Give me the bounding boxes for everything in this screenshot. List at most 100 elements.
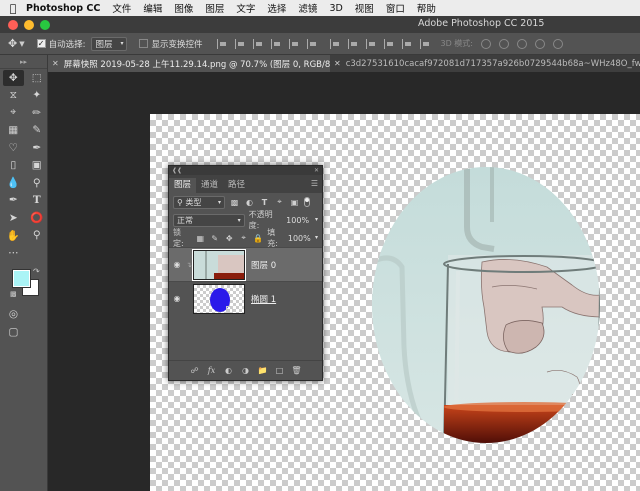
panel-menu-icon[interactable]: ☰ bbox=[311, 179, 318, 188]
3d-pan-icon[interactable] bbox=[517, 38, 527, 49]
show-transform-checkbox[interactable] bbox=[139, 39, 149, 48]
3d-slide-icon[interactable] bbox=[535, 38, 545, 49]
swap-colors-icon[interactable]: ↷ bbox=[33, 267, 40, 276]
layer-thumbnail[interactable] bbox=[192, 248, 246, 281]
collapse-panel-icon[interactable]: ❰❰ bbox=[172, 167, 182, 174]
menu-help[interactable]: 帮助 bbox=[417, 1, 436, 15]
layer-style-icon[interactable]: fx bbox=[203, 366, 220, 375]
distribute-left-icon[interactable] bbox=[383, 38, 395, 49]
zoom-tool-icon[interactable]: ⚲ bbox=[27, 227, 48, 243]
close-panel-icon[interactable]: ✕ bbox=[314, 167, 319, 174]
layer-filter-dropdown[interactable]: ⚲ 类型 ▾ bbox=[173, 195, 225, 209]
opacity-field[interactable]: 100% ▾ bbox=[286, 216, 318, 225]
lock-transparent-icon[interactable]: ▦ bbox=[196, 233, 205, 243]
dodge-tool-icon[interactable]: ⚲ bbox=[27, 175, 48, 191]
menu-image[interactable]: 图像 bbox=[174, 1, 193, 15]
align-right-icon[interactable] bbox=[306, 38, 318, 49]
layer-name[interactable]: 椭圆 1 bbox=[251, 293, 276, 305]
tab-channels[interactable]: 通道 bbox=[196, 178, 223, 193]
delete-layer-icon[interactable]: 🗑 bbox=[288, 366, 305, 375]
filter-shape-icon[interactable]: ⌖ bbox=[274, 197, 285, 208]
marquee-tool-icon[interactable]: ⬚ bbox=[27, 70, 48, 86]
path-select-tool-icon[interactable]: ➤ bbox=[3, 210, 24, 226]
menu-select[interactable]: 选择 bbox=[267, 1, 286, 15]
visibility-eye-icon[interactable]: ◉ bbox=[169, 294, 185, 303]
menu-window[interactable]: 窗口 bbox=[386, 1, 405, 15]
new-layer-icon[interactable]: □ bbox=[271, 366, 288, 375]
filter-smart-object-icon[interactable]: ▣ bbox=[289, 197, 300, 208]
close-tab-icon[interactable]: ✕ bbox=[52, 59, 59, 68]
adjustment-layer-icon[interactable]: ◑ bbox=[237, 366, 254, 375]
ellipse-tool-icon[interactable]: ⭕ bbox=[27, 210, 48, 226]
link-layers-icon[interactable]: ☍ bbox=[186, 366, 203, 375]
align-top-icon[interactable] bbox=[216, 38, 228, 49]
menu-type[interactable]: 文字 bbox=[236, 1, 255, 15]
new-group-icon[interactable]: 📁 bbox=[254, 366, 271, 375]
clone-stamp-tool-icon[interactable]: ♡ bbox=[3, 140, 24, 156]
visibility-eye-icon[interactable]: ◉ bbox=[169, 260, 185, 269]
quick-select-tool-icon[interactable]: ✦ bbox=[27, 87, 48, 103]
lock-position-icon[interactable]: ✥ bbox=[224, 233, 233, 243]
layer-row[interactable]: ◉ ↴ 图层 0 bbox=[169, 247, 322, 281]
distribute-vcenter-icon[interactable] bbox=[347, 38, 359, 49]
close-window-button[interactable] bbox=[8, 19, 18, 30]
fill-field[interactable]: 100% ▾ bbox=[288, 234, 318, 243]
3d-orbit-icon[interactable] bbox=[481, 38, 491, 49]
filter-toggle[interactable] bbox=[304, 197, 310, 207]
distribute-bottom-icon[interactable] bbox=[365, 38, 377, 49]
lock-pixels-icon[interactable]: ✎ bbox=[210, 233, 219, 243]
menu-3d[interactable]: 3D bbox=[329, 3, 342, 14]
distribute-right-icon[interactable] bbox=[419, 38, 431, 49]
blend-mode-dropdown[interactable]: 正常 ▾ bbox=[173, 213, 245, 227]
tool-preset-caret-icon[interactable]: ▼ bbox=[19, 40, 24, 48]
default-colors-icon[interactable]: ▩ bbox=[10, 290, 17, 298]
layer-row[interactable]: ◉ 椭圆 1 bbox=[169, 281, 322, 315]
align-hcenter-icon[interactable] bbox=[288, 38, 300, 49]
align-bottom-icon[interactable] bbox=[252, 38, 264, 49]
filter-type-icon[interactable]: T bbox=[259, 197, 270, 208]
filter-adjustment-icon[interactable]: ◐ bbox=[244, 197, 255, 208]
menu-view[interactable]: 视图 bbox=[355, 1, 374, 15]
menu-edit[interactable]: 编辑 bbox=[143, 1, 162, 15]
lock-all-icon[interactable]: 🔒 bbox=[253, 233, 263, 243]
align-vcenter-icon[interactable] bbox=[234, 38, 246, 49]
distribute-top-icon[interactable] bbox=[329, 38, 341, 49]
filter-pixel-icon[interactable]: ▩ bbox=[229, 197, 240, 208]
crop-tool-icon[interactable]: ⌖ bbox=[3, 105, 24, 121]
screen-mode-icon[interactable]: ▢ bbox=[3, 324, 24, 340]
menu-layer[interactable]: 图层 bbox=[205, 1, 224, 15]
menu-filter[interactable]: 滤镜 bbox=[298, 1, 317, 15]
clipped-photo-ellipse[interactable] bbox=[372, 167, 602, 445]
foreground-color-swatch[interactable] bbox=[12, 268, 31, 288]
lock-artboard-icon[interactable]: ⌖ bbox=[239, 233, 248, 243]
close-tab-icon[interactable]: ✕ bbox=[334, 59, 341, 68]
layers-panel-header[interactable]: ❰❰ ✕ bbox=[169, 166, 322, 175]
hand-tool-icon[interactable]: ✋ bbox=[3, 227, 24, 243]
document-tab-active[interactable]: ✕ 屏幕快照 2019-05-28 上午11.29.14.png @ 70.7%… bbox=[48, 55, 330, 72]
move-tool-icon[interactable]: ✥ bbox=[3, 69, 24, 86]
type-tool-icon[interactable]: T bbox=[27, 192, 48, 208]
tab-layers[interactable]: 图层 bbox=[169, 178, 197, 193]
eyedropper-tool-icon[interactable]: ✏ bbox=[27, 105, 48, 121]
app-menu[interactable]: Photoshop CC bbox=[26, 3, 100, 14]
brush-tool-icon[interactable]: ✎ bbox=[27, 122, 48, 138]
history-brush-tool-icon[interactable]: ✒ bbox=[27, 140, 48, 156]
move-tool-icon[interactable]: ✥ bbox=[8, 37, 17, 50]
pen-tool-icon[interactable]: ✒ bbox=[3, 192, 24, 208]
zoom-window-button[interactable] bbox=[40, 19, 50, 30]
quick-mask-icon[interactable]: ◎ bbox=[3, 306, 24, 322]
layer-thumbnail[interactable] bbox=[193, 283, 245, 314]
eraser-tool-icon[interactable]: ▯ bbox=[3, 157, 24, 173]
auto-select-checkbox[interactable]: ✓ bbox=[36, 39, 46, 48]
healing-brush-tool-icon[interactable]: ▦ bbox=[3, 122, 24, 138]
layer-name[interactable]: 图层 0 bbox=[251, 259, 276, 271]
more-tools-icon[interactable]: ⋯ bbox=[3, 245, 24, 261]
menu-file[interactable]: 文件 bbox=[112, 1, 131, 15]
apple-icon[interactable]:  bbox=[0, 2, 26, 15]
add-mask-icon[interactable]: ◐ bbox=[220, 366, 237, 375]
tools-panel-grip[interactable]: ▸▸ bbox=[0, 55, 47, 69]
tab-paths[interactable]: 路径 bbox=[223, 178, 250, 193]
minimize-window-button[interactable] bbox=[24, 19, 34, 30]
auto-select-target-dropdown[interactable]: 图层 ▾ bbox=[91, 36, 128, 51]
document-tab[interactable]: ✕ c3d27531610cacaf972081d717357a926b0729… bbox=[330, 55, 640, 72]
